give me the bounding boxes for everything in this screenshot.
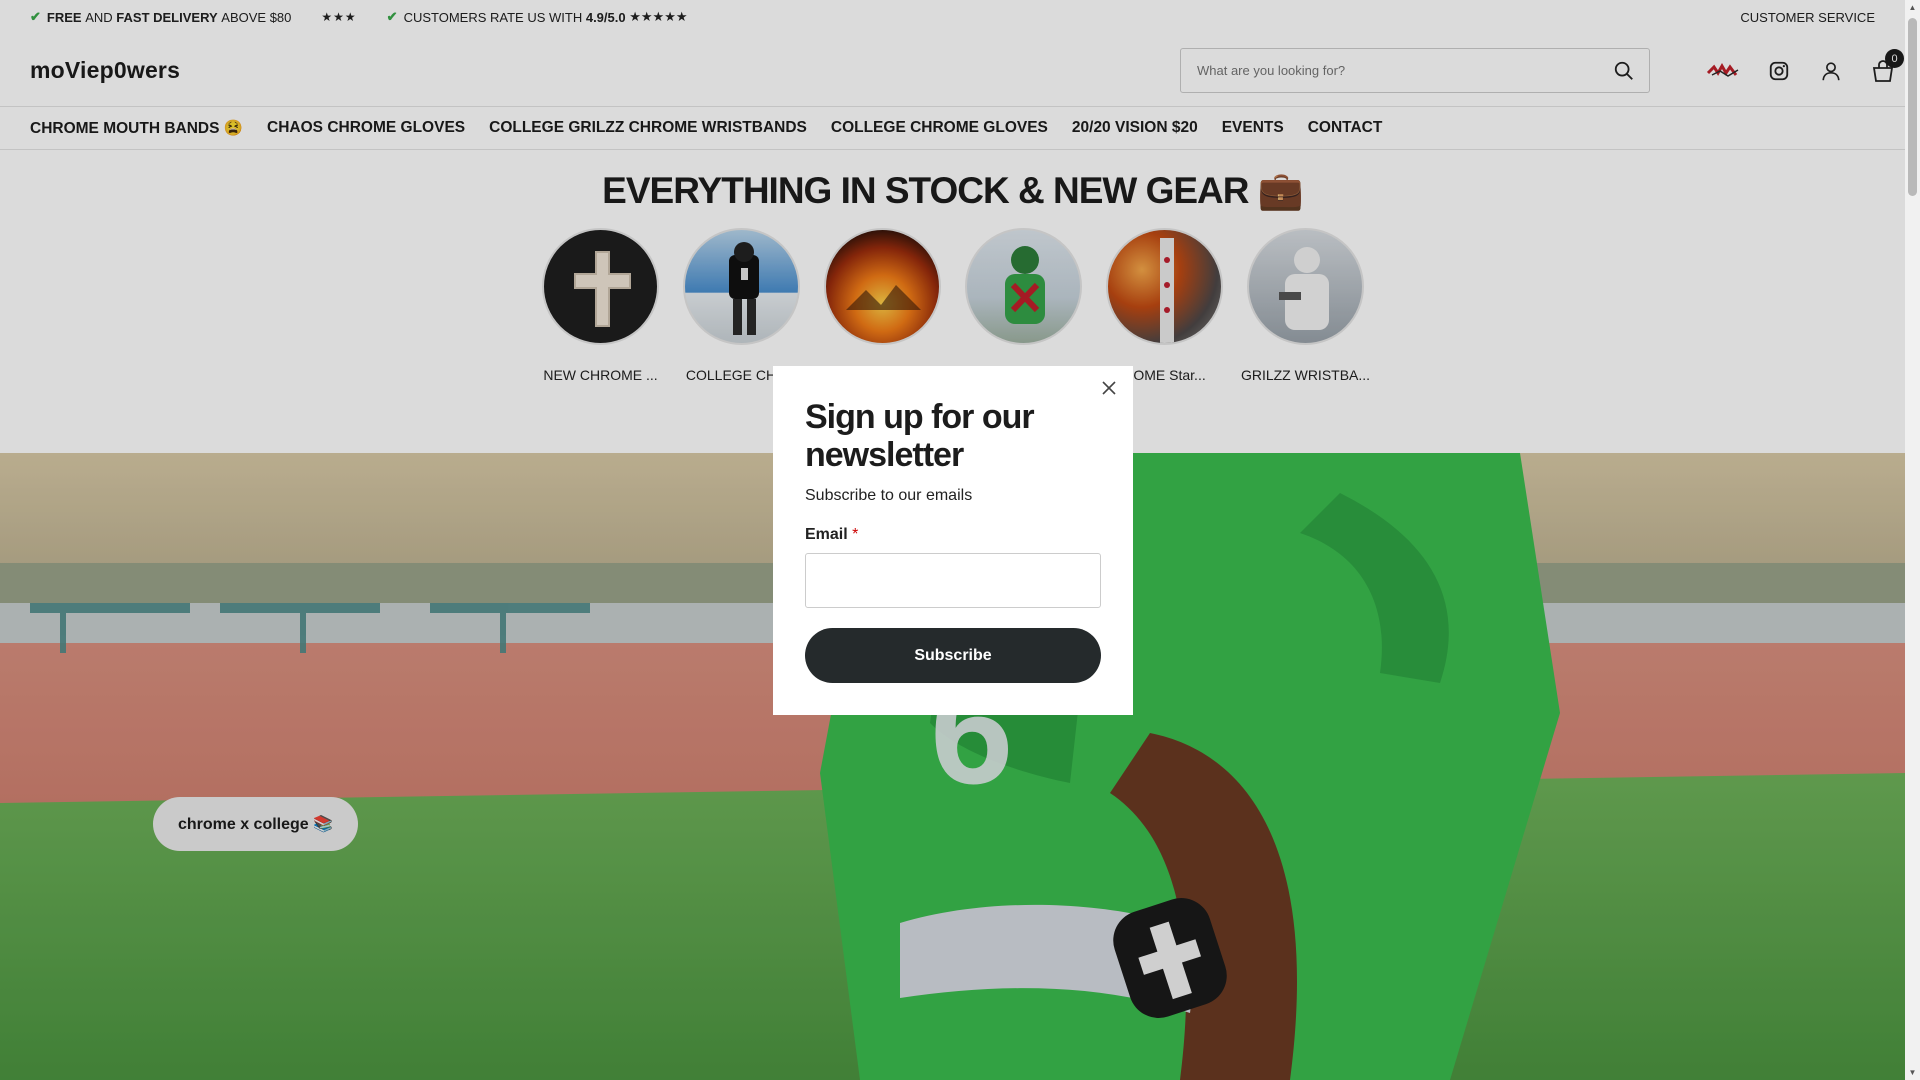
email-label: Email *: [805, 526, 858, 544]
newsletter-modal: Sign up for our newsletter Subscribe to …: [773, 366, 1133, 715]
subscribe-button[interactable]: Subscribe: [805, 628, 1101, 683]
email-label-text: Email: [805, 526, 848, 543]
scroll-down-arrow-icon[interactable]: ▼: [1905, 1065, 1920, 1080]
scrollbar-thumb[interactable]: [1908, 18, 1917, 196]
newsletter-subtitle: Subscribe to our emails: [805, 487, 973, 504]
required-mark: *: [852, 526, 859, 543]
email-field[interactable]: [805, 553, 1101, 608]
close-icon[interactable]: [1097, 376, 1121, 400]
scroll-up-arrow-icon[interactable]: ▲: [1905, 0, 1920, 15]
newsletter-title: Sign up for our newsletter: [805, 398, 1035, 474]
page-scrollbar[interactable]: ▲ ▼: [1905, 0, 1920, 1080]
